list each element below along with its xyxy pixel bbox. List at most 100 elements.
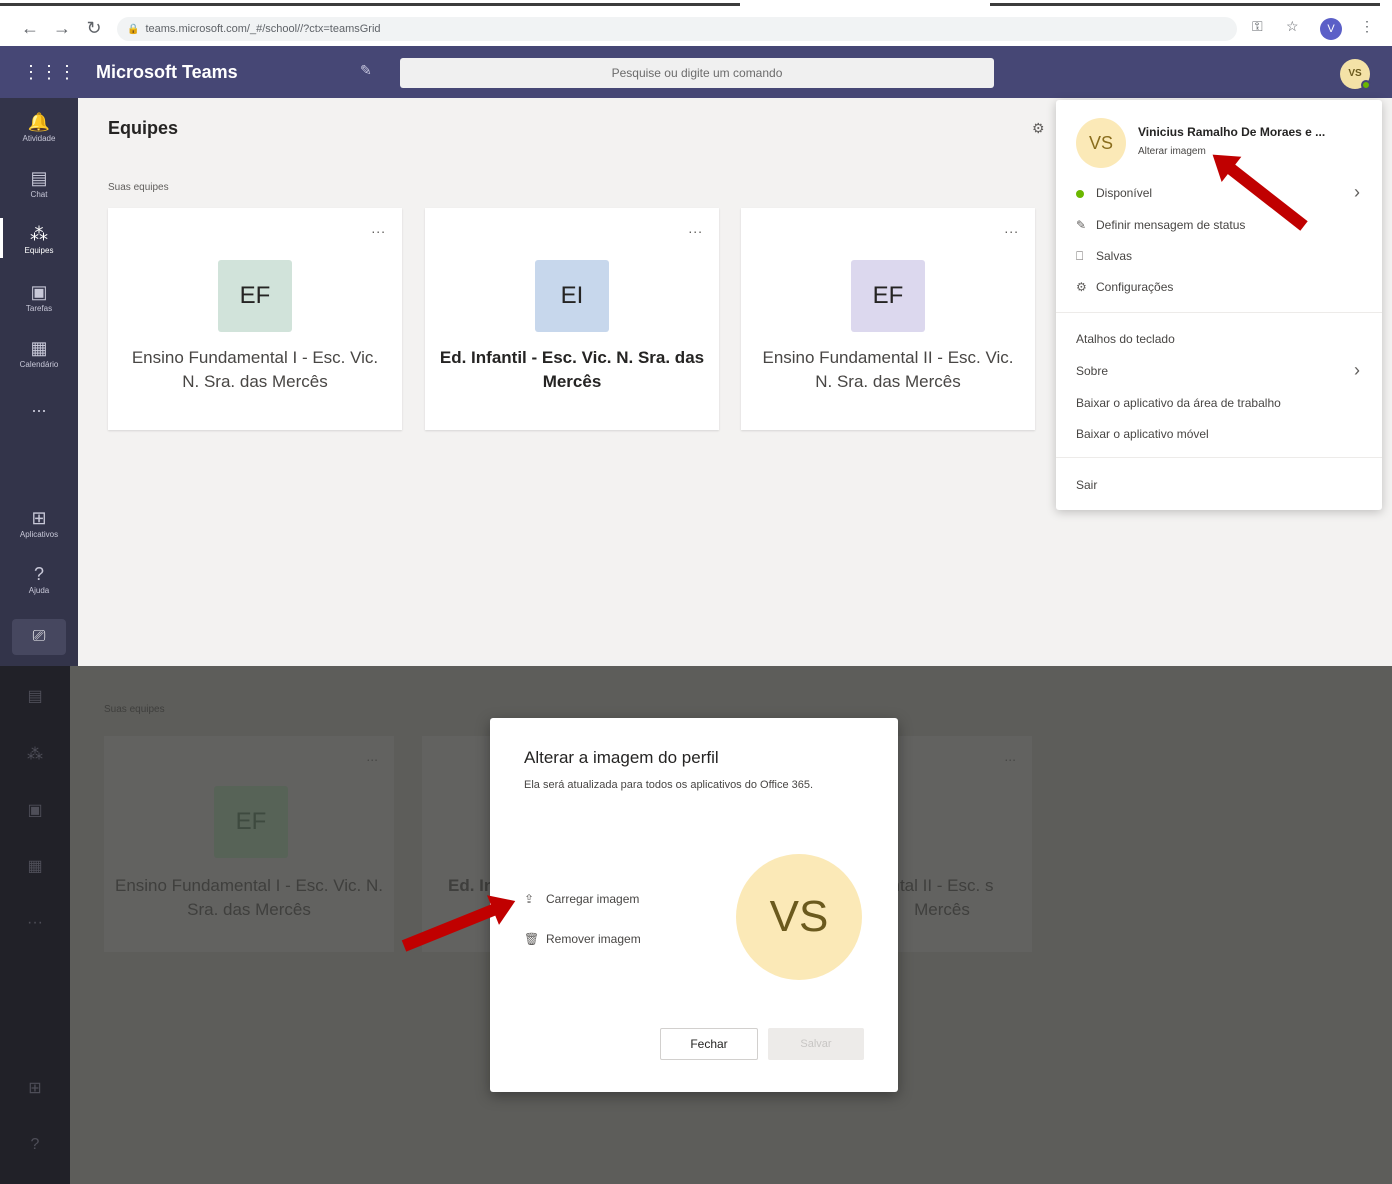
status-available-icon: [1361, 80, 1371, 90]
team-card-dimmed: ... EF Ensino Fundamental I - Esc. Vic. …: [104, 736, 394, 952]
profile-avatar-large: VS: [736, 854, 862, 980]
team-card[interactable]: ... EF Ensino Fundamental II - Esc. Vic.…: [741, 208, 1035, 430]
team-card[interactable]: ... EI Ed. Infantil - Esc. Vic. N. Sra. …: [425, 208, 719, 430]
download-mobile-item[interactable]: Baixar o aplicativo móvel: [1076, 427, 1209, 441]
app-launcher-icon[interactable]: ⋮⋮⋮: [22, 60, 76, 84]
more-options-icon: ...: [366, 748, 378, 764]
team-card[interactable]: ... EF Ensino Fundamental I - Esc. Vic. …: [108, 208, 402, 430]
rail-item-more[interactable]: ...: [0, 396, 78, 416]
address-bar[interactable]: 🔒 teams.microsoft.com/_#/school//?ctx=tea…: [117, 17, 1237, 41]
rail-item-label: Ajuda: [28, 586, 50, 595]
gear-icon: ⚙: [1076, 280, 1087, 294]
remove-image-button[interactable]: 🗑 Remover imagem: [524, 932, 641, 946]
close-button[interactable]: Fechar: [660, 1028, 758, 1060]
upload-label: Carregar imagem: [546, 892, 640, 906]
profile-avatar[interactable]: VS: [1076, 118, 1126, 168]
team-tile: EF: [851, 260, 925, 332]
section-label: Suas equipes: [108, 182, 169, 193]
user-avatar-initials: VS: [1348, 68, 1362, 79]
rail-item-label: Atividade: [22, 134, 56, 143]
teams-icon: ⁂: [30, 224, 48, 244]
user-avatar[interactable]: VS: [1340, 59, 1371, 90]
change-image-link[interactable]: Alterar imagem: [1138, 146, 1206, 157]
more-options-icon[interactable]: ...: [371, 220, 386, 236]
search-input[interactable]: Pesquise ou digite um comando: [400, 58, 994, 88]
chevron-right-icon: ›: [1354, 182, 1360, 202]
settings-item[interactable]: ⚙ Configurações: [1076, 280, 1173, 294]
rail-item-chat[interactable]: ▤ Chat: [0, 168, 78, 200]
trash-icon: 🗑: [524, 932, 540, 946]
app-rail: 🔔 Atividade ▤ Chat ⁂ Equipes ▣ Tarefas ▦…: [0, 98, 78, 666]
profile-name: Vinicius Ramalho De Moraes e ...: [1138, 125, 1326, 139]
status-menu-item[interactable]: Disponível: [1076, 186, 1152, 200]
dialog-title: Alterar a imagem do perfil: [524, 748, 719, 767]
set-status-message-item[interactable]: ✎ Definir mensagem de status: [1076, 218, 1245, 232]
key-icon[interactable]: ⚿: [1252, 18, 1263, 35]
page-title: Equipes: [108, 118, 179, 138]
rail-item-calendar[interactable]: ▦ Calendário: [0, 338, 78, 370]
rail-item-label: Chat: [30, 190, 48, 199]
change-profile-image-dialog: Alterar a imagem do perfil Ela será atua…: [490, 718, 898, 1092]
back-icon[interactable]: ←: [20, 18, 40, 38]
remove-label: Remover imagem: [546, 932, 641, 946]
star-icon[interactable]: ☆: [1286, 18, 1299, 35]
team-name: Ensino Fundamental II - Esc. Vic. N. Sra…: [762, 348, 1014, 391]
team-name: ntal II - Esc. s Mercês: [890, 876, 994, 919]
teams-screenshot-top: ← → ↻ 🔒 teams.microsoft.com/_#/school//?c…: [0, 0, 1392, 666]
lock-icon: 🔒: [127, 24, 140, 35]
apps-icon: ⊞: [28, 1080, 42, 1097]
assignments-icon: ▣: [30, 282, 48, 302]
dialog-subtitle: Ela será atualizada para todos os aplica…: [524, 779, 814, 791]
forward-icon[interactable]: →: [52, 18, 72, 38]
set-status-label: Definir mensagem de status: [1096, 218, 1246, 232]
status-label: Disponível: [1096, 186, 1153, 200]
rail-item-teams[interactable]: ⁂ Equipes: [0, 218, 78, 258]
rail-item-label: Equipes: [24, 246, 54, 255]
reload-icon[interactable]: ↻: [84, 18, 104, 38]
team-tile: EF: [214, 786, 288, 858]
more-options-icon: ...: [1004, 748, 1016, 764]
new-chat-icon[interactable]: ✎: [360, 62, 372, 79]
assignments-icon: ▣: [27, 802, 43, 819]
save-button[interactable]: Salvar: [768, 1028, 864, 1060]
url-text: teams.microsoft.com/_#/school//?ctx=team…: [145, 23, 381, 35]
sign-out-item[interactable]: Sair: [1076, 478, 1097, 492]
status-available-icon: [1076, 189, 1084, 198]
settings-gear-icon[interactable]: ⚙: [1032, 120, 1045, 137]
rail-item-help[interactable]: ? Ajuda: [0, 564, 78, 596]
calendar-icon: ▦: [30, 338, 48, 358]
browser-profile-avatar[interactable]: V: [1320, 18, 1342, 40]
edit-status-icon: ✎: [1076, 218, 1087, 232]
download-app-icon[interactable]: ⎚: [12, 619, 66, 655]
teams-screenshot-bottom: ▤ ⁂ ▣ ▦ ··· ⊞ ? Suas equipes ... EF Ensi…: [0, 666, 1392, 1184]
more-icon: ...: [31, 396, 47, 416]
section-label: Suas equipes: [104, 704, 165, 715]
rail-item-activity[interactable]: 🔔 Atividade: [0, 112, 78, 144]
menu-divider: [1056, 312, 1382, 313]
rail-item-assignments[interactable]: ▣ Tarefas: [0, 282, 78, 314]
upload-image-button[interactable]: ⇪ Carregar imagem: [524, 892, 639, 906]
tab-edge-left: [0, 3, 740, 6]
rail-item-label: Tarefas: [25, 304, 53, 313]
saved-item[interactable]: ⎕ Salvas: [1076, 249, 1132, 264]
upload-icon: ⇪: [524, 892, 535, 906]
team-tile: EI: [535, 260, 609, 332]
more-options-icon[interactable]: ...: [1004, 220, 1019, 236]
about-item[interactable]: Sobre: [1076, 364, 1108, 378]
browser-menu-icon[interactable]: ⋮: [1360, 18, 1374, 35]
calendar-icon: ▦: [27, 858, 43, 875]
download-desktop-item[interactable]: Baixar o aplicativo da área de trabalho: [1076, 396, 1281, 410]
browser-toolbar: ← → ↻ 🔒 teams.microsoft.com/_#/school//?c…: [0, 0, 1392, 46]
team-name: Ensino Fundamental I - Esc. Vic. N. Sra.…: [114, 876, 384, 919]
team-tile: EF: [218, 260, 292, 332]
chat-icon: ▤: [27, 688, 43, 705]
rail-item-label: Calendário: [19, 360, 59, 369]
more-options-icon[interactable]: ...: [688, 220, 703, 236]
browser-tab-strip: [0, 0, 1392, 8]
apps-icon: ⊞: [31, 508, 47, 528]
help-icon: ?: [33, 564, 44, 584]
rail-item-apps[interactable]: ⊞ Aplicativos: [0, 508, 78, 540]
settings-label: Configurações: [1096, 280, 1174, 294]
more-icon: ···: [27, 914, 43, 931]
keyboard-shortcuts-item[interactable]: Atalhos do teclado: [1076, 332, 1175, 346]
